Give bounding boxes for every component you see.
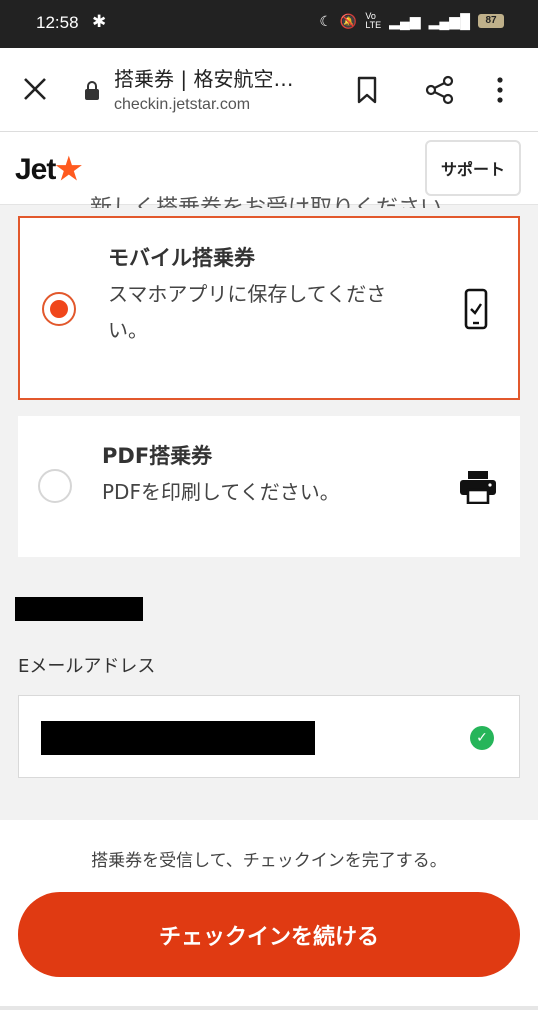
logo-text: Jet [15, 153, 56, 186]
email-label: Eメールアドレス [18, 656, 156, 677]
signal-icon: ▂▄▆ [389, 12, 421, 29]
section-heading-clipped: 新しく搭乗券をお受け取りください。 [90, 190, 464, 208]
signal-4g-icon: ▂▄▆█ [428, 12, 470, 29]
redacted-passenger-name [15, 597, 143, 621]
battery-icon: 87 [478, 14, 504, 28]
volte-icon: Vo LTE [365, 11, 382, 30]
option-mobile-boarding-pass[interactable]: モバイル搭乗券 スマホアプリに保存してくださ い。 [18, 216, 520, 400]
mute-bell-icon: 🔕 [339, 12, 358, 29]
option-title: PDF搭乗券 [102, 444, 213, 468]
star-icon: ★ [55, 153, 82, 186]
valid-check-icon: ✓ [470, 726, 494, 750]
support-button[interactable]: サポート [425, 140, 521, 196]
footer-note: 搭乗券を受信して、チェックインを完了する。 [91, 851, 447, 871]
option-title: モバイル搭乗券 [108, 246, 255, 270]
radio-pdf[interactable] [38, 469, 72, 503]
printer-icon [460, 471, 496, 504]
status-time: 12:58 [36, 13, 79, 32]
jetstar-logo[interactable]: Jet★ [15, 152, 82, 187]
option-description: PDFを印刷してください。 [102, 480, 340, 504]
moon-icon: ☾ [319, 12, 332, 29]
divider [0, 1006, 538, 1010]
close-icon[interactable] [22, 76, 48, 102]
browser-toolbar: 搭乗券 | 格安航空… checkin.jetstar.com [0, 48, 538, 132]
option-description-line1: スマホアプリに保存してくださ [108, 282, 387, 306]
share-icon[interactable] [425, 75, 455, 105]
bookmark-icon[interactable] [355, 76, 379, 104]
redacted-email-value [41, 721, 315, 755]
option-description: スマホアプリに保存してくださ い。 [108, 276, 386, 348]
more-options-icon[interactable] [495, 76, 505, 104]
radio-mobile[interactable] [42, 292, 76, 326]
notification-app-icon: ✱ [92, 12, 107, 32]
continue-checkin-button[interactable]: チェックインを続ける [18, 892, 520, 977]
status-bar: 12:58 ✱ ☾ 🔕 Vo LTE ▂▄▆ ▂▄▆█ 87 [0, 0, 538, 48]
status-icons: ☾ 🔕 Vo LTE ▂▄▆ ▂▄▆█ 87 [319, 12, 504, 30]
browser-url[interactable]: checkin.jetstar.com [114, 96, 250, 114]
footer-panel: 搭乗券を受信して、チェックインを完了する。 チェックインを続ける [0, 820, 538, 1024]
email-field[interactable] [18, 695, 520, 778]
option-description-line2: い。 [108, 318, 148, 342]
mobile-phone-icon [464, 288, 488, 330]
lock-icon [85, 81, 99, 100]
option-pdf-boarding-pass[interactable]: PDF搭乗券 PDFを印刷してください。 [18, 416, 520, 557]
browser-page-title[interactable]: 搭乗券 | 格安航空… [114, 63, 293, 92]
